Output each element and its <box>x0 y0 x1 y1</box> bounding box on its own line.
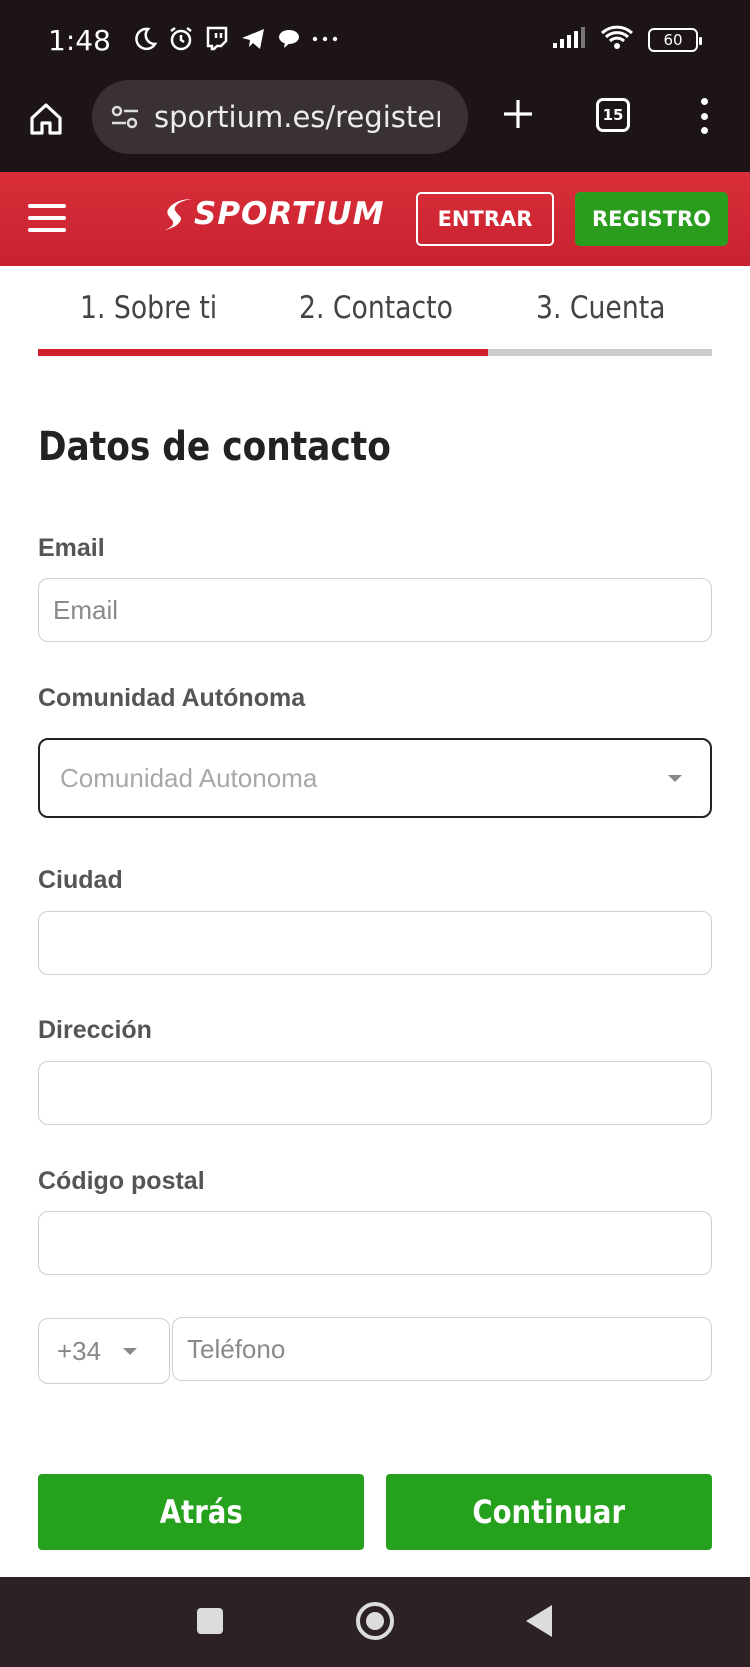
city-label: Ciudad <box>38 866 123 894</box>
back-button[interactable]: Atrás <box>38 1474 364 1550</box>
continue-button[interactable]: Continuar <box>386 1474 712 1550</box>
menu-dot <box>700 112 708 120</box>
register-button[interactable]: REGISTRO <box>575 192 728 246</box>
tabs-count-button[interactable]: 15 <box>596 98 630 132</box>
browser-menu-button[interactable] <box>690 94 718 138</box>
page-title: Datos de contacto <box>38 424 391 470</box>
postal-code-label: Código postal <box>38 1167 205 1195</box>
wifi-icon <box>600 24 634 55</box>
chevron-down-icon <box>668 774 682 782</box>
notification-icons <box>132 24 338 54</box>
phone-prefix-select[interactable]: +34 <box>38 1318 170 1384</box>
menu-dot <box>700 98 708 105</box>
step-progress-fill <box>38 349 488 356</box>
email-label: Email <box>38 534 105 562</box>
login-button[interactable]: ENTRAR <box>416 192 554 246</box>
phone-field[interactable] <box>172 1317 712 1381</box>
system-icons: 60 <box>552 24 702 55</box>
hamburger-line <box>28 204 66 208</box>
back-button-label: Atrás <box>159 1493 243 1531</box>
home-button[interactable] <box>22 95 70 143</box>
battery-icon: 60 <box>648 27 702 52</box>
chat-icon <box>276 24 302 54</box>
sportium-logo[interactable]: SPORTIUM <box>164 196 385 232</box>
hamburger-menu-icon[interactable] <box>28 204 66 232</box>
region-select[interactable]: Comunidad Autonoma <box>38 738 712 818</box>
browser-toolbar: sportium.es/register 15 <box>0 80 750 172</box>
home-nav-icon[interactable] <box>356 1602 394 1640</box>
twitch-icon <box>204 24 230 54</box>
step-about-you: 1. Sobre ti <box>80 290 218 326</box>
alarm-icon <box>168 24 194 54</box>
phone-prefix-value: +34 <box>57 1335 102 1366</box>
postal-code-field[interactable] <box>38 1211 712 1275</box>
address-field[interactable] <box>38 1061 712 1125</box>
hamburger-line <box>28 216 66 220</box>
recents-icon[interactable] <box>197 1608 223 1634</box>
continue-button-label: Continuar <box>472 1493 626 1531</box>
address-label: Dirección <box>38 1016 152 1044</box>
city-field[interactable] <box>38 911 712 975</box>
moon-icon <box>132 24 158 54</box>
step-contact: 2. Contacto <box>299 290 453 326</box>
signal-icon <box>552 25 586 54</box>
site-header: SPORTIUM ENTRAR REGISTRO <box>0 172 750 266</box>
logo-text: SPORTIUM <box>194 196 385 232</box>
hamburger-line <box>28 228 66 232</box>
step-account: 3. Cuenta <box>536 290 666 326</box>
url-text: sportium.es/register <box>154 100 440 134</box>
home-icon <box>30 103 62 135</box>
menu-dot <box>700 127 708 134</box>
region-select-value: Comunidad Autonoma <box>60 762 318 793</box>
address-bar[interactable]: sportium.es/register <box>92 80 468 154</box>
new-tab-button[interactable] <box>496 92 540 136</box>
back-nav-icon[interactable] <box>526 1605 552 1637</box>
region-label: Comunidad Autónoma <box>38 684 306 712</box>
registration-steps: 1. Sobre ti 2. Contacto 3. Cuenta <box>38 290 712 356</box>
plus-icon <box>504 100 532 128</box>
status-time: 1:48 <box>48 24 111 57</box>
telegram-icon <box>240 24 266 54</box>
status-bar: 1:48 60 <box>0 0 750 80</box>
logo-swoosh-icon <box>165 199 192 230</box>
email-field[interactable] <box>38 578 712 642</box>
site-settings-icon[interactable] <box>110 102 140 132</box>
chevron-down-icon <box>123 1347 138 1355</box>
system-navigation-bar <box>0 1577 750 1667</box>
more-dots-icon <box>312 24 338 54</box>
